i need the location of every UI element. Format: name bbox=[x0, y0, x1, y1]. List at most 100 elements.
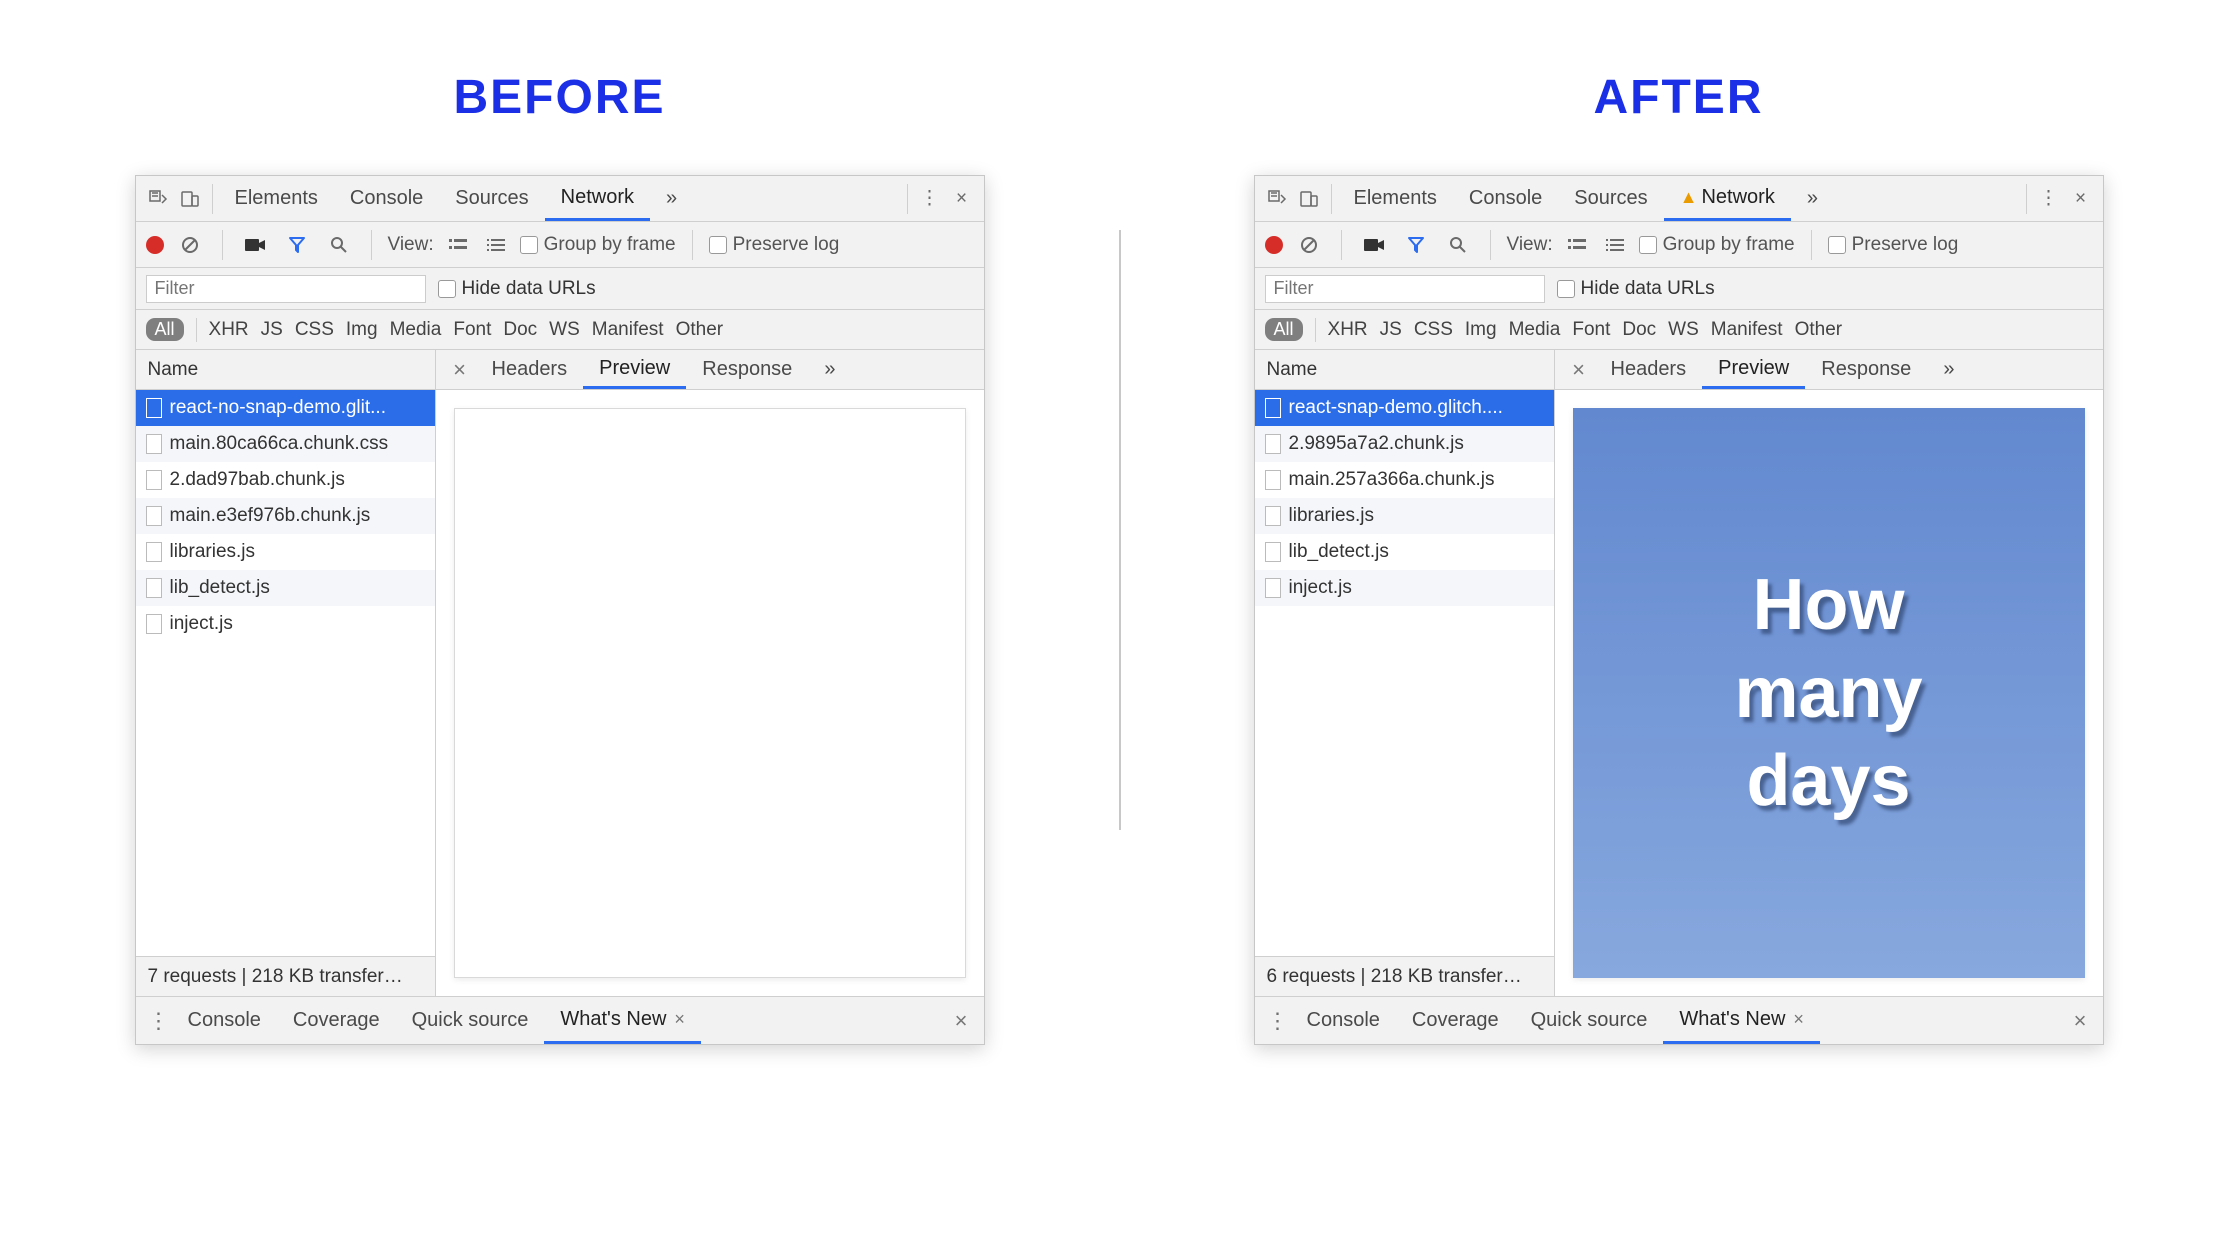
search-icon[interactable] bbox=[323, 229, 355, 261]
filter-type-media[interactable]: Media bbox=[1509, 319, 1561, 341]
request-row[interactable]: inject.js bbox=[1255, 570, 1554, 606]
filter-type-manifest[interactable]: Manifest bbox=[592, 319, 664, 341]
name-column-header[interactable]: Name bbox=[136, 350, 435, 390]
request-row[interactable]: 2.9895a7a2.chunk.js bbox=[1255, 426, 1554, 462]
detail-tab-response[interactable]: Response bbox=[1805, 350, 1927, 389]
filter-type-doc[interactable]: Doc bbox=[1622, 319, 1656, 341]
drawer-tab-console[interactable]: Console bbox=[172, 997, 277, 1044]
screenshot-icon[interactable] bbox=[239, 229, 271, 261]
kebab-icon[interactable]: ⋮ bbox=[146, 1008, 172, 1034]
record-icon[interactable] bbox=[1265, 236, 1283, 254]
filter-type-ws[interactable]: WS bbox=[1668, 319, 1699, 341]
group-by-frame-checkbox[interactable]: Group by frame bbox=[1639, 234, 1795, 256]
hide-data-urls-checkbox[interactable]: Hide data URLs bbox=[1557, 278, 1715, 300]
filter-icon[interactable] bbox=[281, 229, 313, 261]
preserve-log-checkbox[interactable]: Preserve log bbox=[1828, 234, 1959, 256]
device-toggle-icon[interactable] bbox=[174, 183, 206, 215]
screenshot-icon[interactable] bbox=[1358, 229, 1390, 261]
tab-elements[interactable]: Elements bbox=[219, 176, 334, 221]
request-row[interactable]: libraries.js bbox=[1255, 498, 1554, 534]
close-icon[interactable]: × bbox=[444, 357, 476, 383]
tab-elements[interactable]: Elements bbox=[1338, 176, 1453, 221]
drawer-tab-quick-source[interactable]: Quick source bbox=[1515, 997, 1664, 1044]
hide-data-urls-checkbox[interactable]: Hide data URLs bbox=[438, 278, 596, 300]
filter-type-font[interactable]: Font bbox=[1572, 319, 1610, 341]
detail-tabs-overflow[interactable]: » bbox=[1927, 350, 1970, 389]
filter-type-css[interactable]: CSS bbox=[1414, 319, 1453, 341]
drawer-tab-what-s-new[interactable]: What's New× bbox=[1663, 997, 1820, 1044]
close-icon[interactable]: × bbox=[1563, 357, 1595, 383]
filter-type-all[interactable]: All bbox=[146, 318, 184, 341]
preserve-log-checkbox[interactable]: Preserve log bbox=[709, 234, 840, 256]
tab-network[interactable]: ▲Network bbox=[1664, 176, 1791, 221]
filter-type-xhr[interactable]: XHR bbox=[209, 319, 249, 341]
tabs-overflow[interactable]: » bbox=[650, 176, 693, 221]
request-row[interactable]: main.e3ef976b.chunk.js bbox=[136, 498, 435, 534]
drawer-tab-what-s-new[interactable]: What's New× bbox=[544, 997, 701, 1044]
filter-icon[interactable] bbox=[1400, 229, 1432, 261]
close-icon[interactable]: × bbox=[1793, 1009, 1804, 1030]
request-row[interactable]: lib_detect.js bbox=[1255, 534, 1554, 570]
request-row[interactable]: inject.js bbox=[136, 606, 435, 642]
tab-sources[interactable]: Sources bbox=[1558, 176, 1663, 221]
group-by-frame-checkbox[interactable]: Group by frame bbox=[520, 234, 676, 256]
filter-type-img[interactable]: Img bbox=[346, 319, 378, 341]
request-row[interactable]: 2.dad97bab.chunk.js bbox=[136, 462, 435, 498]
drawer-tab-quick-source[interactable]: Quick source bbox=[396, 997, 545, 1044]
filter-type-manifest[interactable]: Manifest bbox=[1711, 319, 1783, 341]
filter-type-img[interactable]: Img bbox=[1465, 319, 1497, 341]
filter-type-js[interactable]: JS bbox=[261, 319, 283, 341]
filter-input[interactable] bbox=[1265, 275, 1545, 303]
kebab-icon[interactable]: ⋮ bbox=[2033, 183, 2065, 215]
record-icon[interactable] bbox=[146, 236, 164, 254]
drawer-tab-coverage[interactable]: Coverage bbox=[277, 997, 396, 1044]
request-row[interactable]: main.257a366a.chunk.js bbox=[1255, 462, 1554, 498]
tab-network[interactable]: Network bbox=[545, 176, 650, 221]
detail-tab-response[interactable]: Response bbox=[686, 350, 808, 389]
clear-icon[interactable] bbox=[174, 229, 206, 261]
request-row[interactable]: react-no-snap-demo.glit... bbox=[136, 390, 435, 426]
small-rows-icon[interactable] bbox=[482, 234, 510, 256]
inspect-icon[interactable] bbox=[1261, 183, 1293, 215]
inspect-icon[interactable] bbox=[142, 183, 174, 215]
drawer-tab-console[interactable]: Console bbox=[1291, 997, 1396, 1044]
kebab-icon[interactable]: ⋮ bbox=[1265, 1008, 1291, 1034]
detail-tab-preview[interactable]: Preview bbox=[583, 350, 686, 389]
filter-type-js[interactable]: JS bbox=[1380, 319, 1402, 341]
tabs-overflow[interactable]: » bbox=[1791, 176, 1834, 221]
close-icon[interactable]: × bbox=[2068, 1008, 2093, 1034]
close-icon[interactable]: × bbox=[946, 183, 978, 215]
filter-type-all[interactable]: All bbox=[1265, 318, 1303, 341]
close-icon[interactable]: × bbox=[2065, 183, 2097, 215]
small-rows-icon[interactable] bbox=[1601, 234, 1629, 256]
kebab-icon[interactable]: ⋮ bbox=[914, 183, 946, 215]
tab-console[interactable]: Console bbox=[1453, 176, 1558, 221]
detail-tabs-overflow[interactable]: » bbox=[808, 350, 851, 389]
tab-sources[interactable]: Sources bbox=[439, 176, 544, 221]
filter-type-other[interactable]: Other bbox=[676, 319, 724, 341]
large-rows-icon[interactable] bbox=[1563, 234, 1591, 256]
filter-type-media[interactable]: Media bbox=[390, 319, 442, 341]
drawer-tab-coverage[interactable]: Coverage bbox=[1396, 997, 1515, 1044]
filter-type-font[interactable]: Font bbox=[453, 319, 491, 341]
request-row[interactable]: main.80ca66ca.chunk.css bbox=[136, 426, 435, 462]
filter-type-ws[interactable]: WS bbox=[549, 319, 580, 341]
detail-tab-headers[interactable]: Headers bbox=[476, 350, 584, 389]
close-icon[interactable]: × bbox=[674, 1009, 685, 1030]
detail-tab-preview[interactable]: Preview bbox=[1702, 350, 1805, 389]
filter-type-css[interactable]: CSS bbox=[295, 319, 334, 341]
request-row[interactable]: react-snap-demo.glitch.... bbox=[1255, 390, 1554, 426]
name-column-header[interactable]: Name bbox=[1255, 350, 1554, 390]
filter-type-xhr[interactable]: XHR bbox=[1328, 319, 1368, 341]
large-rows-icon[interactable] bbox=[444, 234, 472, 256]
clear-icon[interactable] bbox=[1293, 229, 1325, 261]
request-row[interactable]: libraries.js bbox=[136, 534, 435, 570]
close-icon[interactable]: × bbox=[949, 1008, 974, 1034]
filter-input[interactable] bbox=[146, 275, 426, 303]
search-icon[interactable] bbox=[1442, 229, 1474, 261]
tab-console[interactable]: Console bbox=[334, 176, 439, 221]
filter-type-other[interactable]: Other bbox=[1795, 319, 1843, 341]
filter-type-doc[interactable]: Doc bbox=[503, 319, 537, 341]
request-row[interactable]: lib_detect.js bbox=[136, 570, 435, 606]
detail-tab-headers[interactable]: Headers bbox=[1595, 350, 1703, 389]
